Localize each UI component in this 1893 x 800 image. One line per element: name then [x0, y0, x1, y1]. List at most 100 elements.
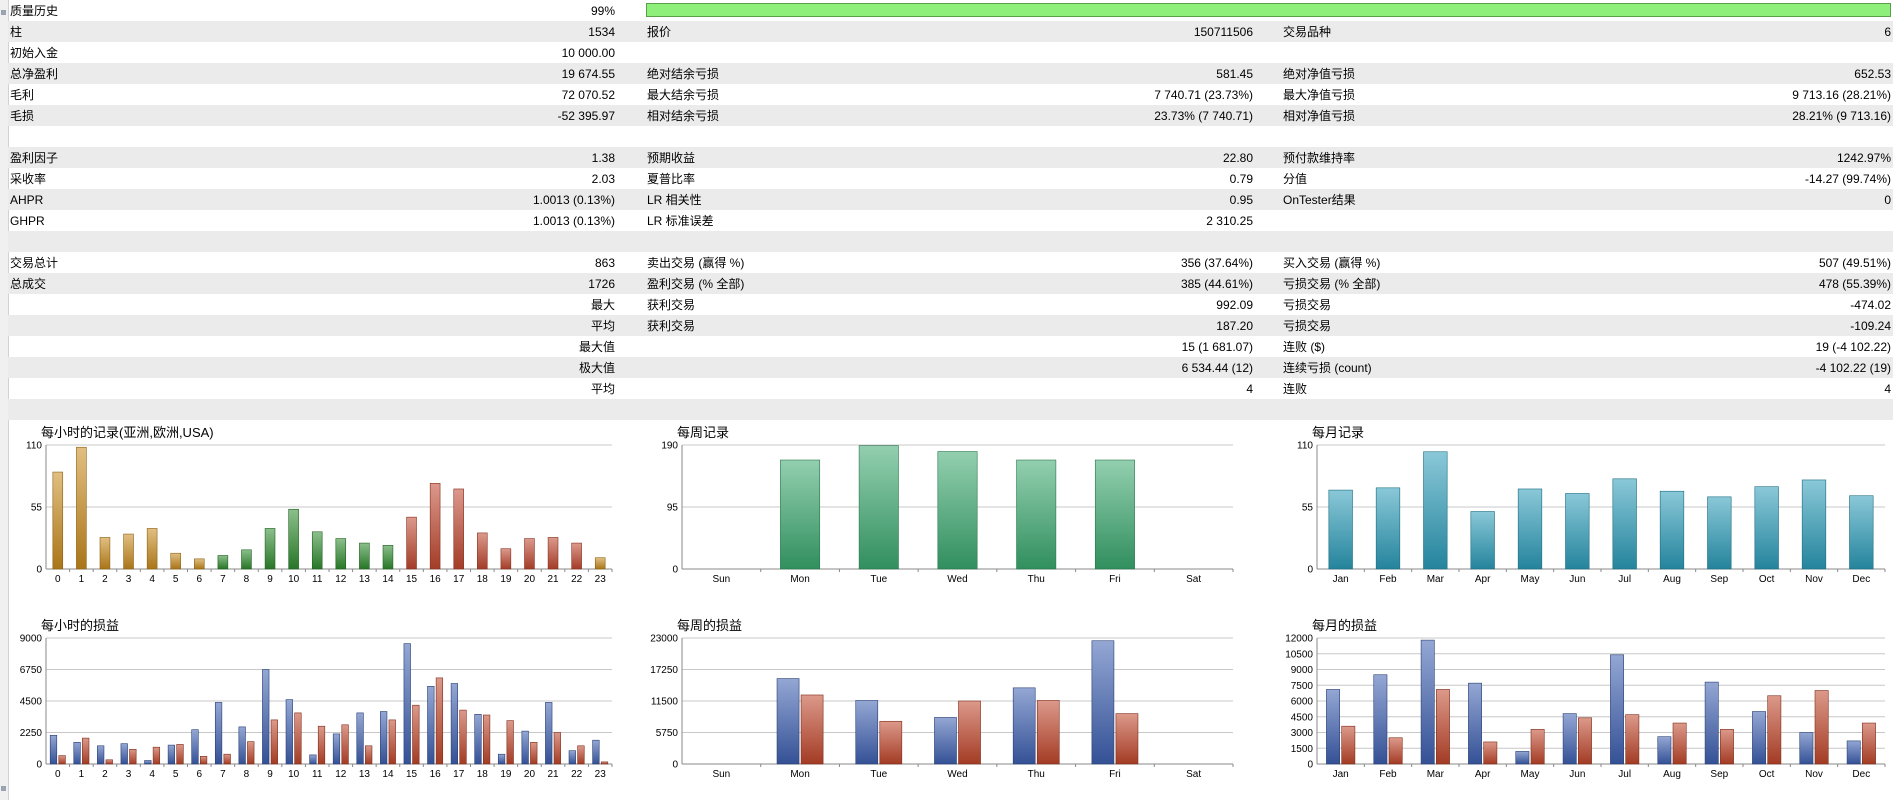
bar-series-1 — [1468, 682, 1482, 765]
value-col1: 10 000.00 — [561, 46, 615, 60]
stat-row: 采收率 2.03 夏普比率 0.79 分值 -14.27 (99.74%) — [8, 168, 1893, 189]
value-col1: 1.38 — [591, 151, 615, 165]
label-col1: 总成交 — [10, 277, 47, 291]
label-col2: 预期收益 — [647, 151, 696, 165]
value-col2: 385 (44.61%) — [1180, 277, 1253, 291]
bar — [406, 516, 417, 570]
x-tick-label: 6 — [197, 769, 203, 780]
value-col1: 1.0013 (0.13%) — [532, 214, 615, 228]
x-tick-label: 18 — [477, 574, 489, 585]
x-tick-label: Wed — [947, 574, 967, 585]
chart-title: 每小时的损益 — [41, 618, 119, 633]
label-col3: 亏损交易 — [1283, 319, 1332, 333]
bar-series-1 — [1420, 639, 1435, 765]
bar-series-1 — [191, 729, 199, 765]
label-col3: 亏损交易 (% 全部) — [1283, 277, 1381, 291]
stat-row: 毛利 72 070.52 最大结余亏损 7 740.71 (23.73%) 最大净值亏损… — [8, 84, 1893, 105]
bar — [1328, 489, 1353, 570]
label-col2: 获利交易 — [647, 319, 696, 333]
stat-row: 平均 获利交易 187.20 亏损交易 -109.24 — [8, 315, 1893, 336]
bar-series-1 — [144, 760, 152, 765]
bar — [1659, 490, 1685, 570]
charts-canvas: 每小时的记录(亚洲,欧洲,USA)0551100 1 2 3 4 5 6 7 8 9 10 11 12 1… — [20, 425, 1886, 780]
label-col3: 交易品种 — [1283, 25, 1332, 39]
x-tick-label: 11 — [312, 574, 323, 585]
x-tick-label: Nov — [1805, 574, 1823, 585]
bar-series-1 — [568, 750, 576, 765]
x-tick-label: 12 — [335, 574, 347, 585]
bar — [500, 548, 512, 570]
bar — [547, 537, 559, 570]
bar — [429, 483, 441, 570]
quality-row: 质量历史 99% — [8, 0, 1893, 21]
y-tick-label: 0 — [672, 760, 678, 771]
bar — [217, 555, 229, 570]
x-tick-label: 4 — [149, 574, 155, 585]
x-tick-label: 9 — [267, 769, 273, 780]
x-tick-label: 0 — [55, 574, 61, 585]
y-tick-label: 0 — [1307, 760, 1313, 771]
bar-series-2 — [958, 700, 981, 765]
x-tick-label: Sat — [1186, 574, 1201, 585]
bar-series-1 — [1515, 751, 1530, 765]
x-tick-label: 16 — [430, 769, 442, 780]
bar-series-1 — [309, 754, 317, 765]
value-col3: 19 (-4 102.22) — [1815, 340, 1891, 354]
bar — [453, 488, 464, 570]
x-tick-label: Mar — [1427, 769, 1445, 780]
stat-row — [8, 231, 1893, 252]
bar-series-1 — [262, 669, 270, 765]
panel-grip-bottom[interactable] — [1, 786, 6, 791]
stat-row: GHPR 1.0013 (0.13%) LR 标准误差 2 310.25 — [8, 210, 1893, 231]
bar — [1565, 493, 1590, 570]
value-col1: 1.0013 (0.13%) — [532, 193, 615, 207]
label-col2: LR 标准误差 — [647, 214, 714, 228]
x-tick-label: 17 — [453, 769, 465, 780]
bar-series-2 — [1625, 714, 1640, 765]
x-tick-label: May — [1521, 574, 1540, 585]
label-col2: 报价 — [647, 25, 672, 39]
bar-series-2 — [1483, 741, 1498, 765]
stat-row — [8, 399, 1893, 420]
value-col3: -109.24 — [1850, 319, 1891, 333]
x-tick-label: 22 — [571, 769, 583, 780]
bar — [76, 446, 87, 570]
bar — [1754, 486, 1779, 570]
bar-series-1 — [1799, 732, 1814, 765]
bar-series-1 — [214, 702, 223, 765]
label-col1: 初始入金 — [10, 46, 59, 60]
label-col2: 盈利交易 (% 全部) — [647, 277, 745, 291]
x-tick-label: Mar — [1427, 574, 1445, 585]
x-tick-label: May — [1521, 769, 1540, 780]
label-col3: 分值 — [1283, 172, 1308, 186]
bar-series-2 — [1578, 717, 1592, 765]
y-tick-label: 110 — [26, 441, 42, 452]
x-tick-label: 2 — [102, 574, 108, 585]
bar-series-1 — [934, 717, 957, 765]
x-tick-label: Jun — [1569, 769, 1585, 780]
bar — [241, 549, 252, 570]
label-col3: 连败 — [1283, 382, 1308, 396]
bar — [123, 533, 134, 570]
x-tick-label: 3 — [126, 574, 132, 585]
bar-series-1 — [1846, 740, 1861, 765]
value-col1: 1534 — [588, 25, 615, 39]
x-tick-label: Sep — [1710, 574, 1728, 585]
value-col1: 2.03 — [591, 172, 615, 186]
value-col3: 0 — [1884, 193, 1891, 207]
bar-series-1 — [1373, 674, 1388, 765]
label-col1: GHPR — [10, 214, 45, 228]
bar-series-2 — [199, 755, 208, 765]
y-tick-label: 95 — [667, 503, 679, 514]
x-tick-label: 5 — [173, 574, 179, 585]
x-tick-label: 5 — [173, 769, 179, 780]
bar-series-1 — [238, 726, 246, 765]
x-tick-label: 2 — [102, 769, 108, 780]
panel-grip-top[interactable] — [1, 10, 6, 15]
bar-series-1 — [497, 753, 506, 765]
label-col1: 盈利因子 — [10, 151, 59, 165]
x-tick-label: Fri — [1109, 574, 1121, 585]
x-tick-label: Jun — [1569, 574, 1585, 585]
bar-series-2 — [1115, 713, 1139, 765]
stat-row: 平均 4 连败 4 — [8, 378, 1893, 399]
